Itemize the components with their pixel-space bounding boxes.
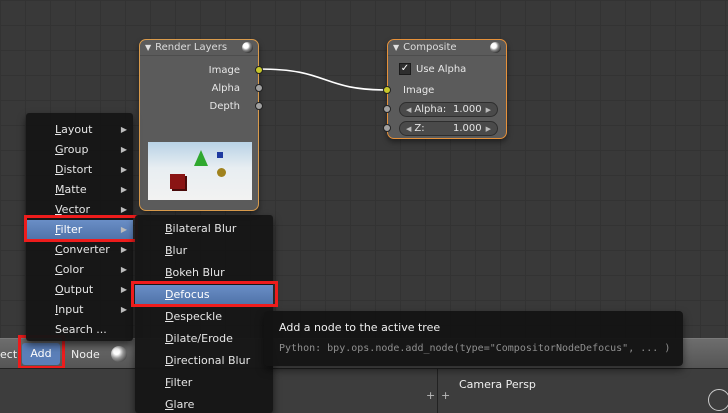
input-image-socket[interactable] <box>383 86 391 94</box>
filter-menu-item-bokeh-blur[interactable]: Bokeh Blur <box>135 263 273 283</box>
operator-tooltip: Add a node to the active tree Python: bp… <box>264 311 683 366</box>
add-menu-item-group[interactable]: Group ▶ <box>26 140 133 160</box>
use-alpha-label: Use Alpha <box>416 64 467 75</box>
add-menu-item-distort[interactable]: Distort ▶ <box>26 160 133 180</box>
render-preview-image <box>148 142 252 200</box>
add-menu-item-converter[interactable]: Converter ▶ <box>26 240 133 260</box>
composite-header[interactable]: ▼ Composite <box>388 40 506 56</box>
output-alpha-socket[interactable] <box>255 84 263 92</box>
add-region-plus-icon[interactable]: + <box>426 389 435 402</box>
preview-sphere-icon[interactable] <box>490 42 501 53</box>
increment-arrow-icon[interactable]: ▶ <box>486 125 491 133</box>
defocus-item-highlight-box <box>131 281 278 307</box>
menu-item-label: ilate/Erode <box>173 332 233 345</box>
output-depth-socket[interactable] <box>255 102 263 110</box>
increment-arrow-icon[interactable]: ▶ <box>486 106 491 114</box>
menu-item-label: utput <box>63 283 94 296</box>
add-region-plus-icon-2[interactable]: + <box>441 389 450 402</box>
tooltip-description: Add a node to the active tree <box>279 321 441 334</box>
menu-item-mnemonic: G <box>165 398 174 411</box>
menu-item-label: istort <box>63 163 93 176</box>
menu-item-label: okeh Blur <box>172 266 225 279</box>
filter-item-highlight-box <box>24 215 138 242</box>
input-z-socket[interactable] <box>383 124 391 132</box>
input-alpha-socket[interactable] <box>383 105 391 113</box>
select-menu-button[interactable]: ect <box>0 348 17 361</box>
menu-item-mnemonic: O <box>55 283 64 296</box>
decrement-arrow-icon[interactable]: ◀ <box>406 125 411 133</box>
node-tree-type-icon[interactable] <box>111 346 127 362</box>
submenu-arrow-icon: ▶ <box>120 125 127 134</box>
alpha-field[interactable]: ◀ Alpha: 1.000 ▶ <box>399 102 498 117</box>
add-menu-item-matte[interactable]: Matte ▶ <box>26 180 133 200</box>
composite-node[interactable]: ▼ Composite ✓ Use Alpha Image ◀ Alpha: 1… <box>383 39 507 139</box>
filter-menu-item-directional-blur[interactable]: Directional Blur <box>135 351 273 371</box>
menu-item-label: especkle <box>173 310 222 323</box>
render-layers-title: Render Layers <box>155 42 228 53</box>
filter-menu-item-filter[interactable]: Filter <box>135 373 273 393</box>
menu-item-label: roup <box>63 143 89 156</box>
submenu-arrow-icon: ▶ <box>120 185 127 194</box>
add-menu-item-output[interactable]: Output ▶ <box>26 280 133 300</box>
node-menu-button[interactable]: Node <box>71 348 100 361</box>
z-field[interactable]: ◀ Z: 1.000 ▶ <box>399 121 498 136</box>
menu-item-mnemonic: B <box>165 244 173 257</box>
filter-menu-item-dilate-erode[interactable]: Dilate/Erode <box>135 329 273 349</box>
menu-item-mnemonic: G <box>55 143 64 156</box>
3d-viewport: + + Camera Persp <box>0 368 728 413</box>
menu-item-mnemonic: B <box>165 266 173 279</box>
menu-item-label: onverter <box>62 243 110 256</box>
filter-menu-item-blur[interactable]: Blur <box>135 241 273 261</box>
collapse-triangle-icon[interactable]: ▼ <box>393 43 399 52</box>
z-field-value: 1.000 <box>452 123 482 134</box>
filter-menu-item-glare[interactable]: Glare <box>135 395 273 413</box>
filter-menu-item-despeckle[interactable]: Despeckle <box>135 307 273 327</box>
add-menu-item-input[interactable]: Input ▶ <box>26 300 133 320</box>
add-menu-item-color[interactable]: Color ▶ <box>26 260 133 280</box>
submenu-arrow-icon: ▶ <box>120 305 127 314</box>
alpha-field-value: 1.000 <box>452 104 482 115</box>
z-field-label: Z: <box>414 123 425 134</box>
menu-item-label: irectional Blur <box>173 354 251 367</box>
menu-item-label: atte <box>64 183 87 196</box>
preview-sphere-icon[interactable] <box>242 42 253 53</box>
submenu-arrow-icon: ▶ <box>120 165 127 174</box>
menu-item-label: Search ... <box>55 323 107 336</box>
axis-gizmo-icon <box>708 389 728 411</box>
menu-item-label: ilter <box>170 376 193 389</box>
render-layers-node[interactable]: ▼ Render Layers Image Alpha Depth <box>139 39 263 211</box>
tooltip-python: Python: bpy.ops.node.add_node(type="Comp… <box>279 343 671 354</box>
menu-item-mnemonic: B <box>165 222 173 235</box>
menu-item-label: ayout <box>61 123 93 136</box>
filter-submenu: Bilateral Blur Blur Bokeh Blur Defocus Despe… <box>135 215 273 413</box>
submenu-arrow-icon: ▶ <box>120 285 127 294</box>
menu-item-mnemonic: C <box>55 263 63 276</box>
input-image-label: Image <box>403 85 435 96</box>
filter-menu-item-bilateral-blur[interactable]: Bilateral Blur <box>135 219 273 239</box>
alpha-field-label: Alpha: <box>414 104 447 115</box>
use-alpha-checkbox[interactable]: ✓ <box>399 63 411 75</box>
viewport-view-label: Camera Persp <box>459 378 536 391</box>
output-image-socket[interactable] <box>255 66 263 74</box>
output-alpha-label: Alpha <box>211 83 240 94</box>
menu-item-label: olor <box>62 263 84 276</box>
menu-item-label: nput <box>58 303 84 316</box>
menu-item-mnemonic: M <box>55 183 65 196</box>
menu-item-label: lare <box>173 398 195 411</box>
output-image-label: Image <box>208 65 240 76</box>
add-menu-item-layout[interactable]: Layout ▶ <box>26 120 133 140</box>
add-menu-item-search[interactable]: Search ... <box>26 320 133 340</box>
menu-item-label: ilateral Blur <box>172 222 237 235</box>
viewport-divider <box>437 369 438 413</box>
decrement-arrow-icon[interactable]: ◀ <box>406 106 411 114</box>
submenu-arrow-icon: ▶ <box>120 145 127 154</box>
menu-item-label: lur <box>172 244 188 257</box>
menu-item-mnemonic: C <box>55 243 63 256</box>
output-depth-label: Depth <box>209 101 240 112</box>
submenu-arrow-icon: ▶ <box>120 245 127 254</box>
render-layers-header[interactable]: ▼ Render Layers <box>140 40 258 56</box>
submenu-arrow-icon: ▶ <box>120 265 127 274</box>
composite-title: Composite <box>403 42 457 53</box>
collapse-triangle-icon[interactable]: ▼ <box>145 43 151 52</box>
